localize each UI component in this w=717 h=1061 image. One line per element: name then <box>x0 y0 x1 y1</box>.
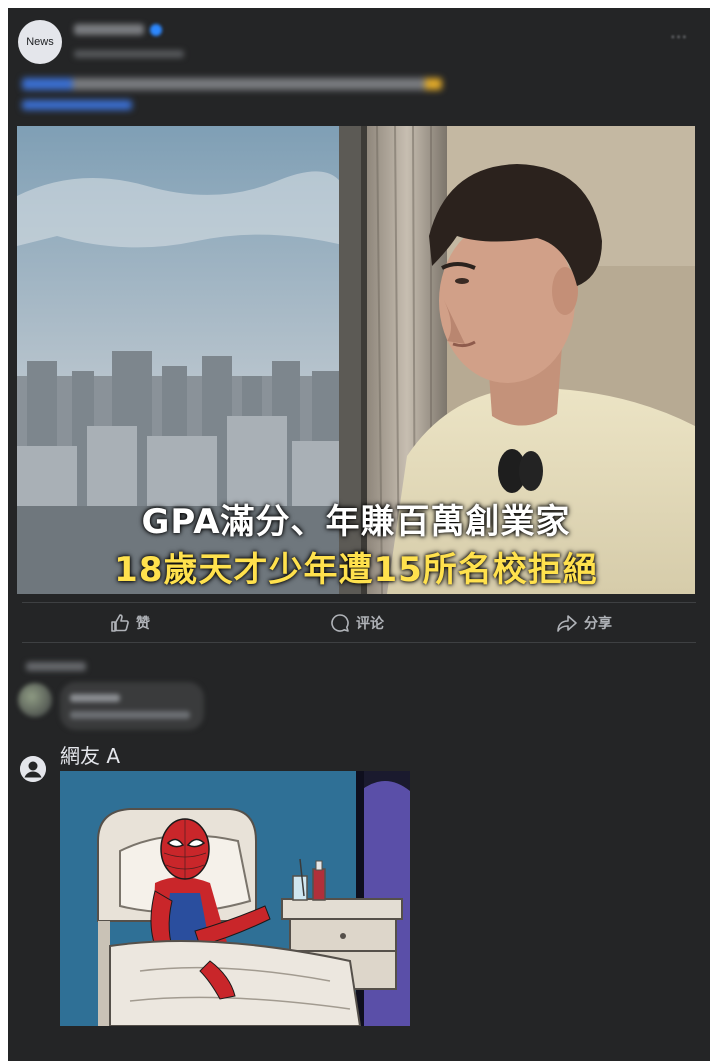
commenter-name[interactable]: 網友 A <box>60 740 120 769</box>
share-button[interactable]: 分享 <box>556 612 612 634</box>
commenter-avatar-blurred[interactable] <box>18 683 52 717</box>
like-icon <box>110 613 130 633</box>
page-avatar[interactable]: News <box>18 20 62 64</box>
post-caption-blurred <box>22 78 442 90</box>
divider <box>22 602 696 603</box>
comment-button[interactable]: 评论 <box>330 612 384 634</box>
divider <box>22 642 696 643</box>
facebook-post: News ··· GPA滿分、年賺百萬創業家 18歲天才少年遭15所名校拒絕 赞… <box>8 8 710 1061</box>
comment-bubble-blurred <box>60 682 204 730</box>
post-link-blurred[interactable] <box>22 100 132 110</box>
spider-man-meme <box>60 771 410 1026</box>
page-name-blurred[interactable] <box>74 24 144 35</box>
verified-badge-icon <box>150 24 162 36</box>
comment-label: 评论 <box>356 616 384 632</box>
page-avatar-text: News <box>26 36 54 48</box>
share-icon <box>556 613 578 633</box>
comment-sort-blurred[interactable] <box>26 662 86 671</box>
image-caption-line1: GPA滿分、年賺百萬創業家 <box>141 502 571 542</box>
post-image[interactable]: GPA滿分、年賺百萬創業家 18歲天才少年遭15所名校拒絕 <box>17 126 695 594</box>
like-button[interactable]: 赞 <box>110 612 150 634</box>
share-label: 分享 <box>584 616 612 632</box>
comment-image[interactable] <box>60 771 410 1026</box>
user-avatar-icon[interactable] <box>20 756 46 782</box>
like-label: 赞 <box>136 616 150 632</box>
more-options-icon[interactable]: ··· <box>670 29 692 47</box>
comment-icon <box>330 613 350 633</box>
image-caption-line2: 18歲天才少年遭15所名校拒絕 <box>114 550 598 590</box>
post-timestamp-blurred[interactable] <box>74 50 184 58</box>
